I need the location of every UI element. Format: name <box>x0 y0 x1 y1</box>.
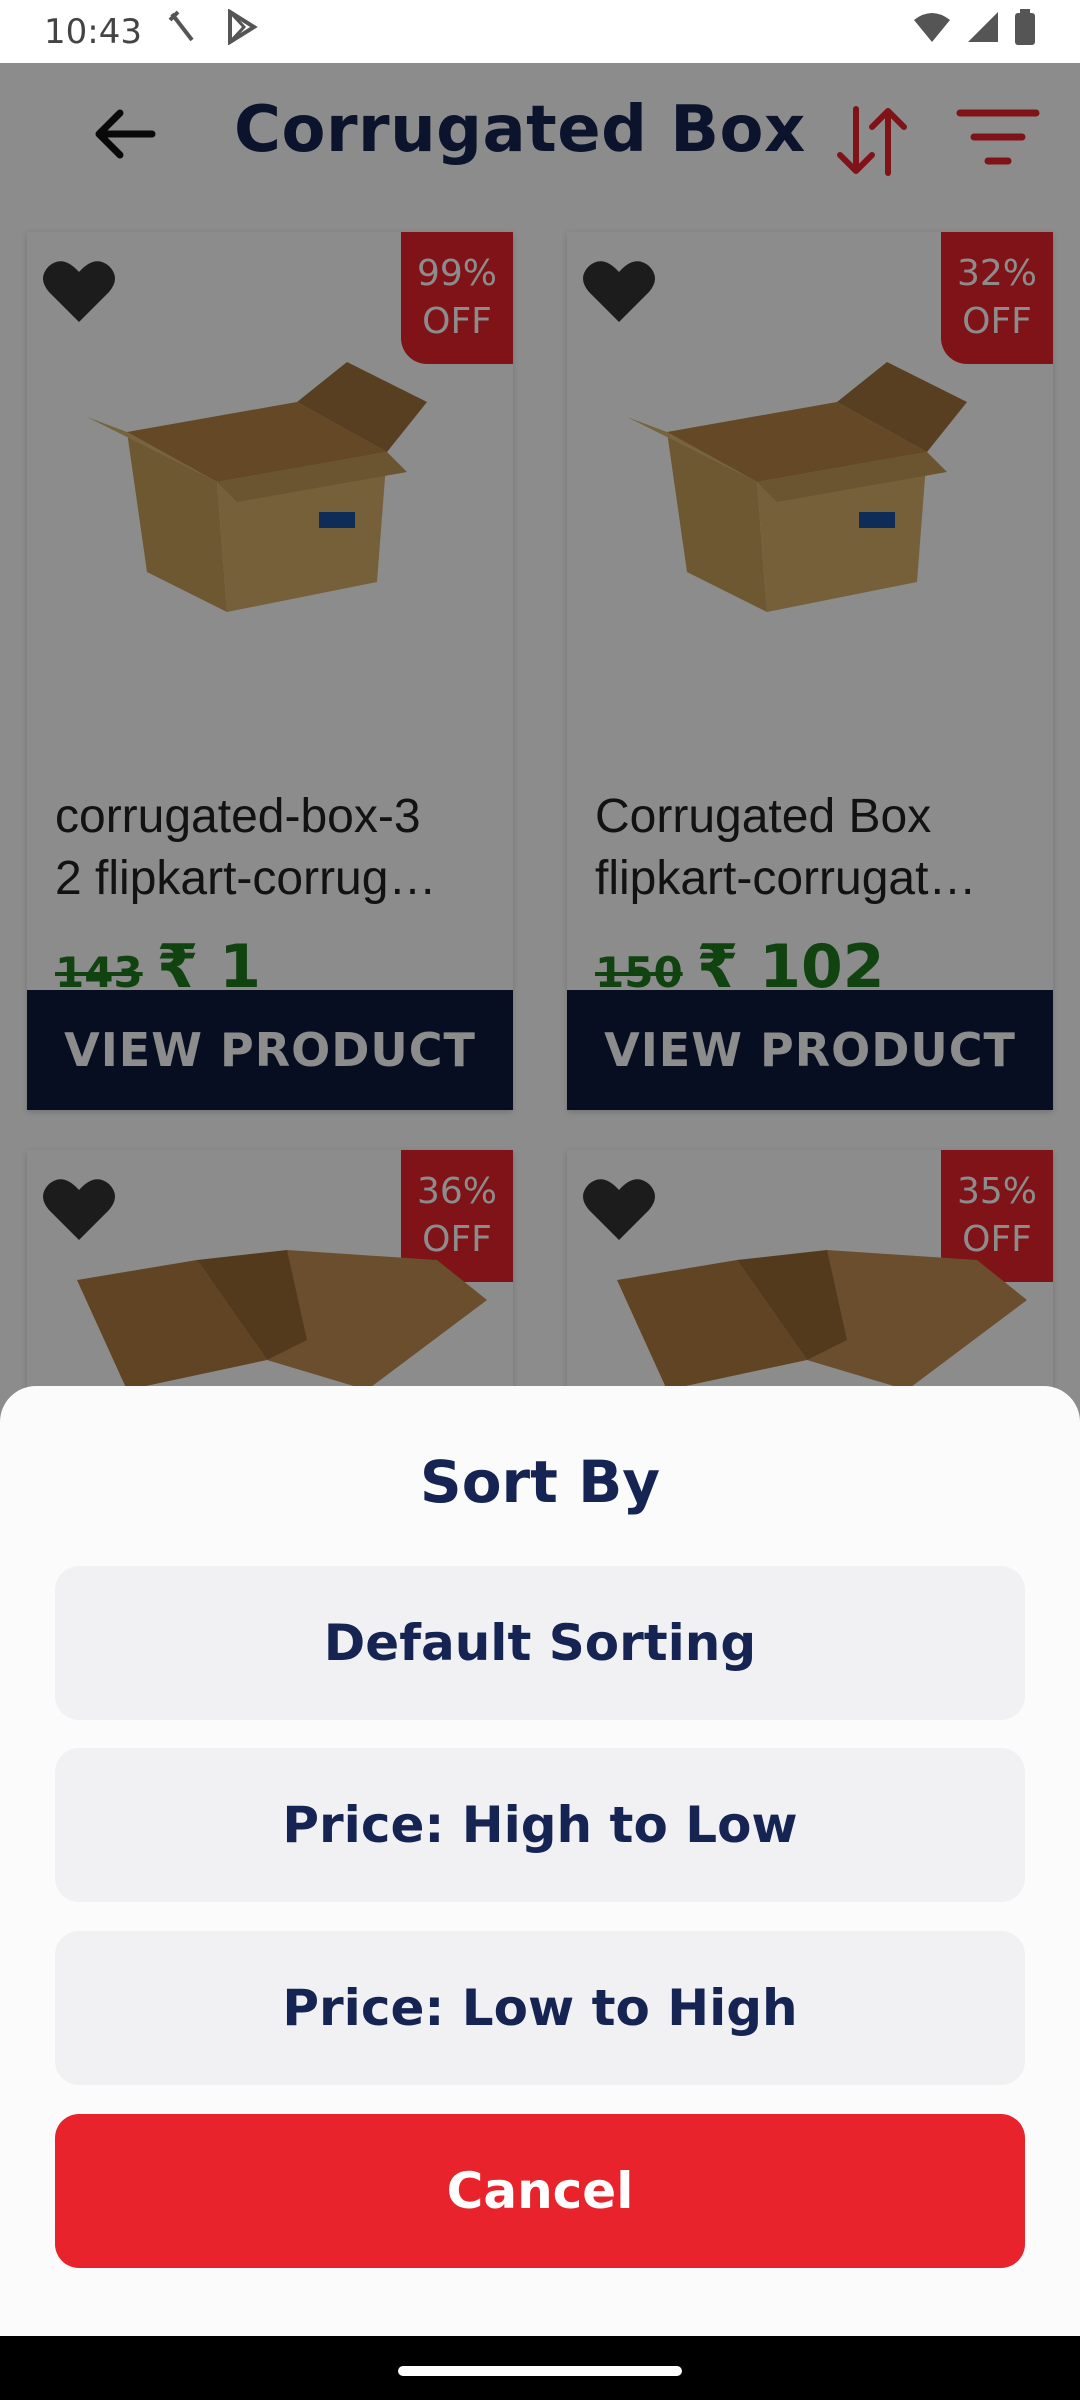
screen: 10:43 Corrugated Box 99% OFF corrugated-… <box>0 0 1080 2400</box>
sort-bottom-sheet: Sort By Default Sorting Price: High to L… <box>0 1386 1080 2336</box>
sheet-title: Sort By <box>419 1448 661 1516</box>
system-nav-bar <box>0 2336 1080 2400</box>
sort-option-default[interactable]: Default Sorting <box>55 1566 1025 1720</box>
wifi-icon <box>912 10 952 53</box>
cancel-button[interactable]: Cancel <box>55 2114 1025 2268</box>
play-store-icon <box>224 8 258 54</box>
signal-icon <box>966 10 1000 53</box>
sort-option-low-to-high[interactable]: Price: Low to High <box>55 1931 1025 2085</box>
status-bar: 10:43 <box>0 0 1080 63</box>
home-gesture-handle[interactable] <box>398 2366 682 2376</box>
battery-icon <box>1014 9 1036 54</box>
status-time: 10:43 <box>44 11 142 52</box>
sort-option-high-to-low[interactable]: Price: High to Low <box>55 1748 1025 1902</box>
tools-icon <box>168 10 198 53</box>
